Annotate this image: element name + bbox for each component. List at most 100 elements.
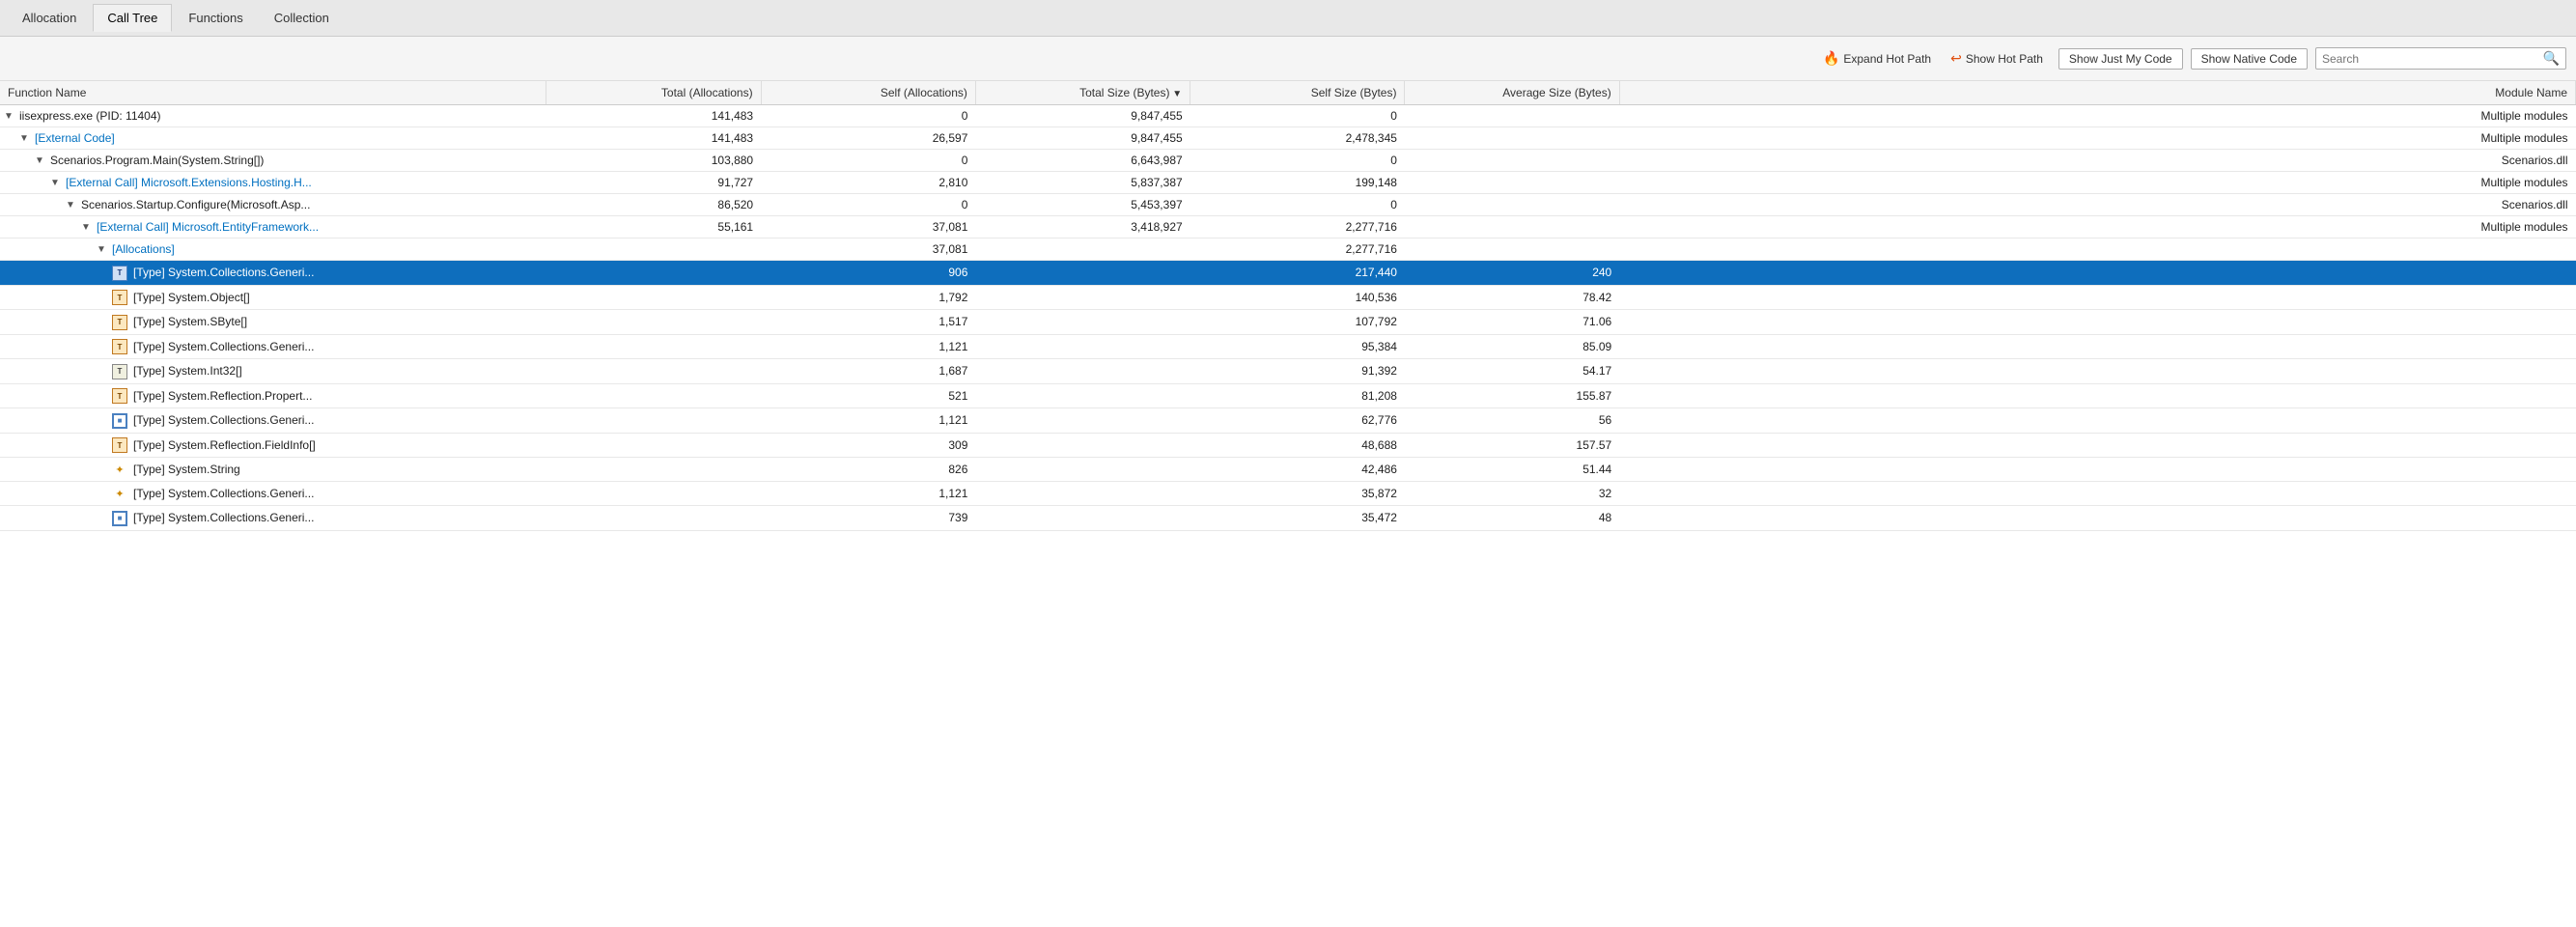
function-name-label: [Type] System.Int32[] bbox=[133, 364, 242, 378]
expand-arrow-icon[interactable]: ▼ bbox=[35, 155, 46, 166]
expand-hot-path-button[interactable]: 🔥 Expand Hot Path bbox=[1817, 47, 1937, 70]
expand-arrow-icon[interactable]: ▼ bbox=[4, 111, 15, 122]
table-row[interactable]: ✦[Type] System.String82642,48651.44 bbox=[0, 458, 2576, 482]
cell-module bbox=[1619, 433, 2575, 458]
table-row[interactable]: T [Type] System.Reflection.FieldInfo[] 309… bbox=[0, 433, 2576, 458]
cell-module bbox=[1619, 482, 2575, 506]
cell-self_size: 107,792 bbox=[1190, 310, 1405, 335]
table-row[interactable]: ■[Type] System.Collections.Generi...7393… bbox=[0, 506, 2576, 531]
cell-self_alloc: 309 bbox=[761, 433, 975, 458]
expand-arrow-icon[interactable]: ▼ bbox=[97, 244, 108, 255]
cell-self_size: 42,486 bbox=[1190, 458, 1405, 482]
cell-module bbox=[1619, 285, 2575, 310]
cell-total_size: 5,453,397 bbox=[975, 194, 1190, 216]
cell-total_size bbox=[975, 239, 1190, 261]
table-row[interactable]: ▼Scenarios.Startup.Configure(Microsoft.A… bbox=[0, 194, 2576, 216]
cell-total_size: 9,847,455 bbox=[975, 105, 1190, 127]
tab-functions[interactable]: Functions bbox=[174, 4, 257, 32]
cell-self_alloc: 1,517 bbox=[761, 310, 975, 335]
col-header-self-alloc[interactable]: Self (Allocations) bbox=[761, 81, 975, 105]
col-header-self-size[interactable]: Self Size (Bytes) bbox=[1190, 81, 1405, 105]
cell-avg_size: 85.09 bbox=[1405, 334, 1619, 359]
table-row[interactable]: T[Type] System.SByte[]1,517107,79271.06 bbox=[0, 310, 2576, 335]
cell-total_size bbox=[975, 408, 1190, 434]
cell-total_size bbox=[975, 285, 1190, 310]
cell-self_alloc: 826 bbox=[761, 458, 975, 482]
table-row[interactable]: ▼[External Call] Microsoft.Extensions.Ho… bbox=[0, 172, 2576, 194]
arrow-left-icon: ↩ bbox=[1950, 50, 1962, 67]
function-name-label: [Type] System.Collections.Generi... bbox=[133, 266, 314, 279]
cell-self_size: 0 bbox=[1190, 194, 1405, 216]
type-icon: ✦ bbox=[112, 462, 129, 477]
expand-arrow-icon[interactable]: ▼ bbox=[19, 133, 31, 144]
col-header-avg-size[interactable]: Average Size (Bytes) bbox=[1405, 81, 1619, 105]
table-row[interactable]: ▼Scenarios.Program.Main(System.String[])… bbox=[0, 150, 2576, 172]
table-row[interactable]: T[Type] System.Int32[]1,68791,39254.17 bbox=[0, 359, 2576, 384]
cell-total_alloc bbox=[546, 482, 761, 506]
tab-allocation[interactable]: Allocation bbox=[8, 4, 91, 32]
cell-total_alloc: 141,483 bbox=[546, 127, 761, 150]
cell-total_alloc bbox=[546, 506, 761, 531]
cell-self_alloc: 0 bbox=[761, 105, 975, 127]
cell-self_size: 35,472 bbox=[1190, 506, 1405, 531]
table-row[interactable]: ▼[External Code]141,48326,5979,847,4552,… bbox=[0, 127, 2576, 150]
col-header-function-name[interactable]: Function Name bbox=[0, 81, 546, 105]
table-row[interactable]: T[Type] System.Collections.Generi...9062… bbox=[0, 261, 2576, 286]
cell-total_size bbox=[975, 458, 1190, 482]
cell-total_alloc bbox=[546, 458, 761, 482]
cell-total_size: 9,847,455 bbox=[975, 127, 1190, 150]
cell-avg_size: 48 bbox=[1405, 506, 1619, 531]
cell-avg_size bbox=[1405, 127, 1619, 150]
cell-self_alloc: 26,597 bbox=[761, 127, 975, 150]
tab-call-tree[interactable]: Call Tree bbox=[93, 4, 172, 32]
expand-arrow-icon[interactable]: ▼ bbox=[81, 222, 93, 233]
show-native-code-button[interactable]: Show Native Code bbox=[2191, 48, 2308, 70]
table-row[interactable]: ▼[Allocations]37,0812,277,716 bbox=[0, 239, 2576, 261]
table-row[interactable]: ■[Type] System.Collections.Generi...1,12… bbox=[0, 408, 2576, 434]
cell-avg_size: 32 bbox=[1405, 482, 1619, 506]
expand-arrow-icon[interactable]: ▼ bbox=[50, 178, 62, 188]
cell-total_size bbox=[975, 310, 1190, 335]
cell-self_alloc: 906 bbox=[761, 261, 975, 286]
cell-self_size: 217,440 bbox=[1190, 261, 1405, 286]
cell-self_size: 91,392 bbox=[1190, 359, 1405, 384]
show-hot-path-button[interactable]: ↩ Show Hot Path bbox=[1945, 47, 2049, 70]
col-header-module[interactable]: Module Name bbox=[1619, 81, 2575, 105]
table-row[interactable]: T[Type] System.Collections.Generi...1,12… bbox=[0, 334, 2576, 359]
col-header-total-alloc[interactable]: Total (Allocations) bbox=[546, 81, 761, 105]
type-icon: ■ bbox=[112, 510, 129, 526]
table-row[interactable]: T[Type] System.Object[]1,792140,53678.42 bbox=[0, 285, 2576, 310]
cell-total_size bbox=[975, 261, 1190, 286]
cell-avg_size bbox=[1405, 150, 1619, 172]
function-name-label: [Type] System.Collections.Generi... bbox=[133, 413, 314, 427]
cell-self_size: 0 bbox=[1190, 105, 1405, 127]
cell-avg_size: 155.87 bbox=[1405, 383, 1619, 408]
type-icon: T bbox=[112, 437, 129, 454]
cell-total_alloc bbox=[546, 359, 761, 384]
cell-self_size: 62,776 bbox=[1190, 408, 1405, 434]
cell-self_size: 2,277,716 bbox=[1190, 239, 1405, 261]
table-row[interactable]: ▼[External Call] Microsoft.EntityFramewo… bbox=[0, 216, 2576, 239]
cell-self_size: 0 bbox=[1190, 150, 1405, 172]
table-row[interactable]: ✦[Type] System.Collections.Generi...1,12… bbox=[0, 482, 2576, 506]
cell-self_alloc: 37,081 bbox=[761, 216, 975, 239]
search-box[interactable]: 🔍 bbox=[2315, 47, 2566, 70]
show-just-my-code-button[interactable]: Show Just My Code bbox=[2058, 48, 2183, 70]
cell-total_alloc bbox=[546, 433, 761, 458]
tab-collection[interactable]: Collection bbox=[260, 4, 344, 32]
cell-total_size bbox=[975, 334, 1190, 359]
cell-self_alloc: 2,810 bbox=[761, 172, 975, 194]
cell-self_alloc: 739 bbox=[761, 506, 975, 531]
table-row[interactable]: ▼iisexpress.exe (PID: 11404)141,48309,84… bbox=[0, 105, 2576, 127]
col-header-total-size[interactable]: Total Size (Bytes) bbox=[975, 81, 1190, 105]
cell-module: Scenarios.dll bbox=[1619, 194, 2575, 216]
table-row[interactable]: T[Type] System.Reflection.Propert...5218… bbox=[0, 383, 2576, 408]
cell-self_size: 35,872 bbox=[1190, 482, 1405, 506]
expand-arrow-icon[interactable]: ▼ bbox=[66, 200, 77, 211]
cell-avg_size: 51.44 bbox=[1405, 458, 1619, 482]
cell-module bbox=[1619, 408, 2575, 434]
function-name-label: [Type] System.Reflection.FieldInfo[] bbox=[133, 438, 316, 452]
cell-module bbox=[1619, 310, 2575, 335]
function-name-label: [Type] System.Reflection.Propert... bbox=[133, 389, 312, 403]
search-input[interactable] bbox=[2322, 52, 2543, 66]
